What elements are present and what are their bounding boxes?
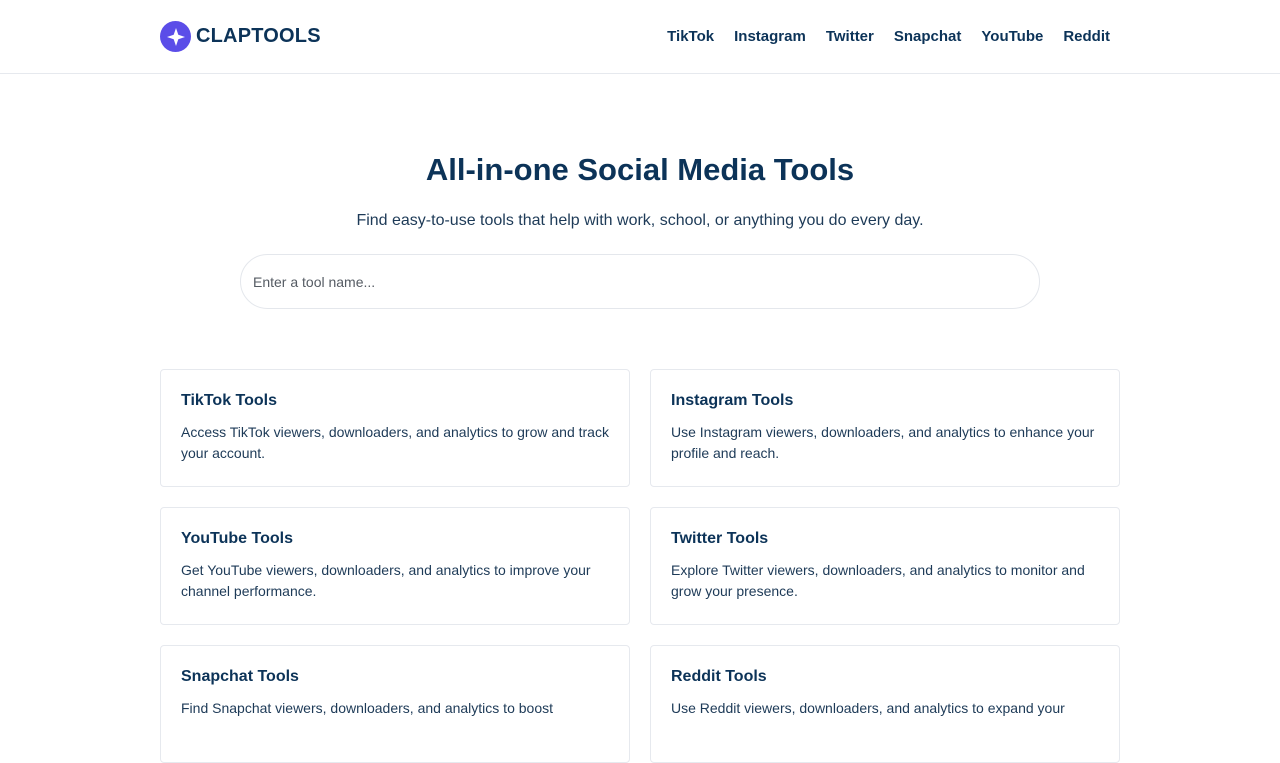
card-title: YouTube Tools [181,530,293,547]
sparkle-icon [160,21,191,52]
brand-name: CLAPTOOLS [196,25,321,47]
card-snapchat-tools[interactable]: Snapchat Tools Find Snapchat viewers, do… [160,645,630,763]
page-title: All-in-one Social Media Tools [425,152,855,187]
card-description: Explore Twitter viewers, downloaders, an… [671,562,1085,599]
site-header: CLAPTOOLS TikTok Instagram Twitter Snapc… [0,0,1280,74]
page-subtitle: Find easy-to-use tools that help with wo… [356,212,924,229]
card-title: Instagram Tools [671,392,794,409]
nav-link-youtube[interactable]: YouTube [981,28,1043,45]
nav-link-snapchat[interactable]: Snapchat [894,28,962,45]
card-description: Use Instagram viewers, downloaders, and … [671,424,1095,461]
card-youtube-tools[interactable]: YouTube Tools Get YouTube viewers, downl… [160,507,630,625]
card-description: Get YouTube viewers, downloaders, and an… [181,562,591,599]
card-title: TikTok Tools [181,392,278,409]
tool-search-input[interactable] [240,254,1040,309]
card-tiktok-tools[interactable]: TikTok Tools Access TikTok viewers, down… [160,369,630,487]
tool-category-grid: TikTok Tools Access TikTok viewers, down… [160,369,1120,763]
nav-link-instagram[interactable]: Instagram [734,28,806,45]
main-nav: TikTok Instagram Twitter Snapchat YouTub… [667,0,1110,73]
card-reddit-tools[interactable]: Reddit Tools Use Reddit viewers, downloa… [650,645,1120,763]
card-title: Reddit Tools [671,668,767,685]
card-twitter-tools[interactable]: Twitter Tools Explore Twitter viewers, d… [650,507,1120,625]
card-description: Find Snapchat viewers, downloaders, and … [181,700,553,716]
logo-link[interactable]: CLAPTOOLS [160,21,321,52]
nav-link-twitter[interactable]: Twitter [826,28,874,45]
card-title: Twitter Tools [671,530,769,547]
nav-link-reddit[interactable]: Reddit [1063,28,1110,45]
card-description: Access TikTok viewers, downloaders, and … [181,424,609,461]
card-description: Use Reddit viewers, downloaders, and ana… [671,700,1065,716]
card-title: Snapchat Tools [181,668,299,685]
card-instagram-tools[interactable]: Instagram Tools Use Instagram viewers, d… [650,369,1120,487]
nav-link-tiktok[interactable]: TikTok [667,28,714,45]
